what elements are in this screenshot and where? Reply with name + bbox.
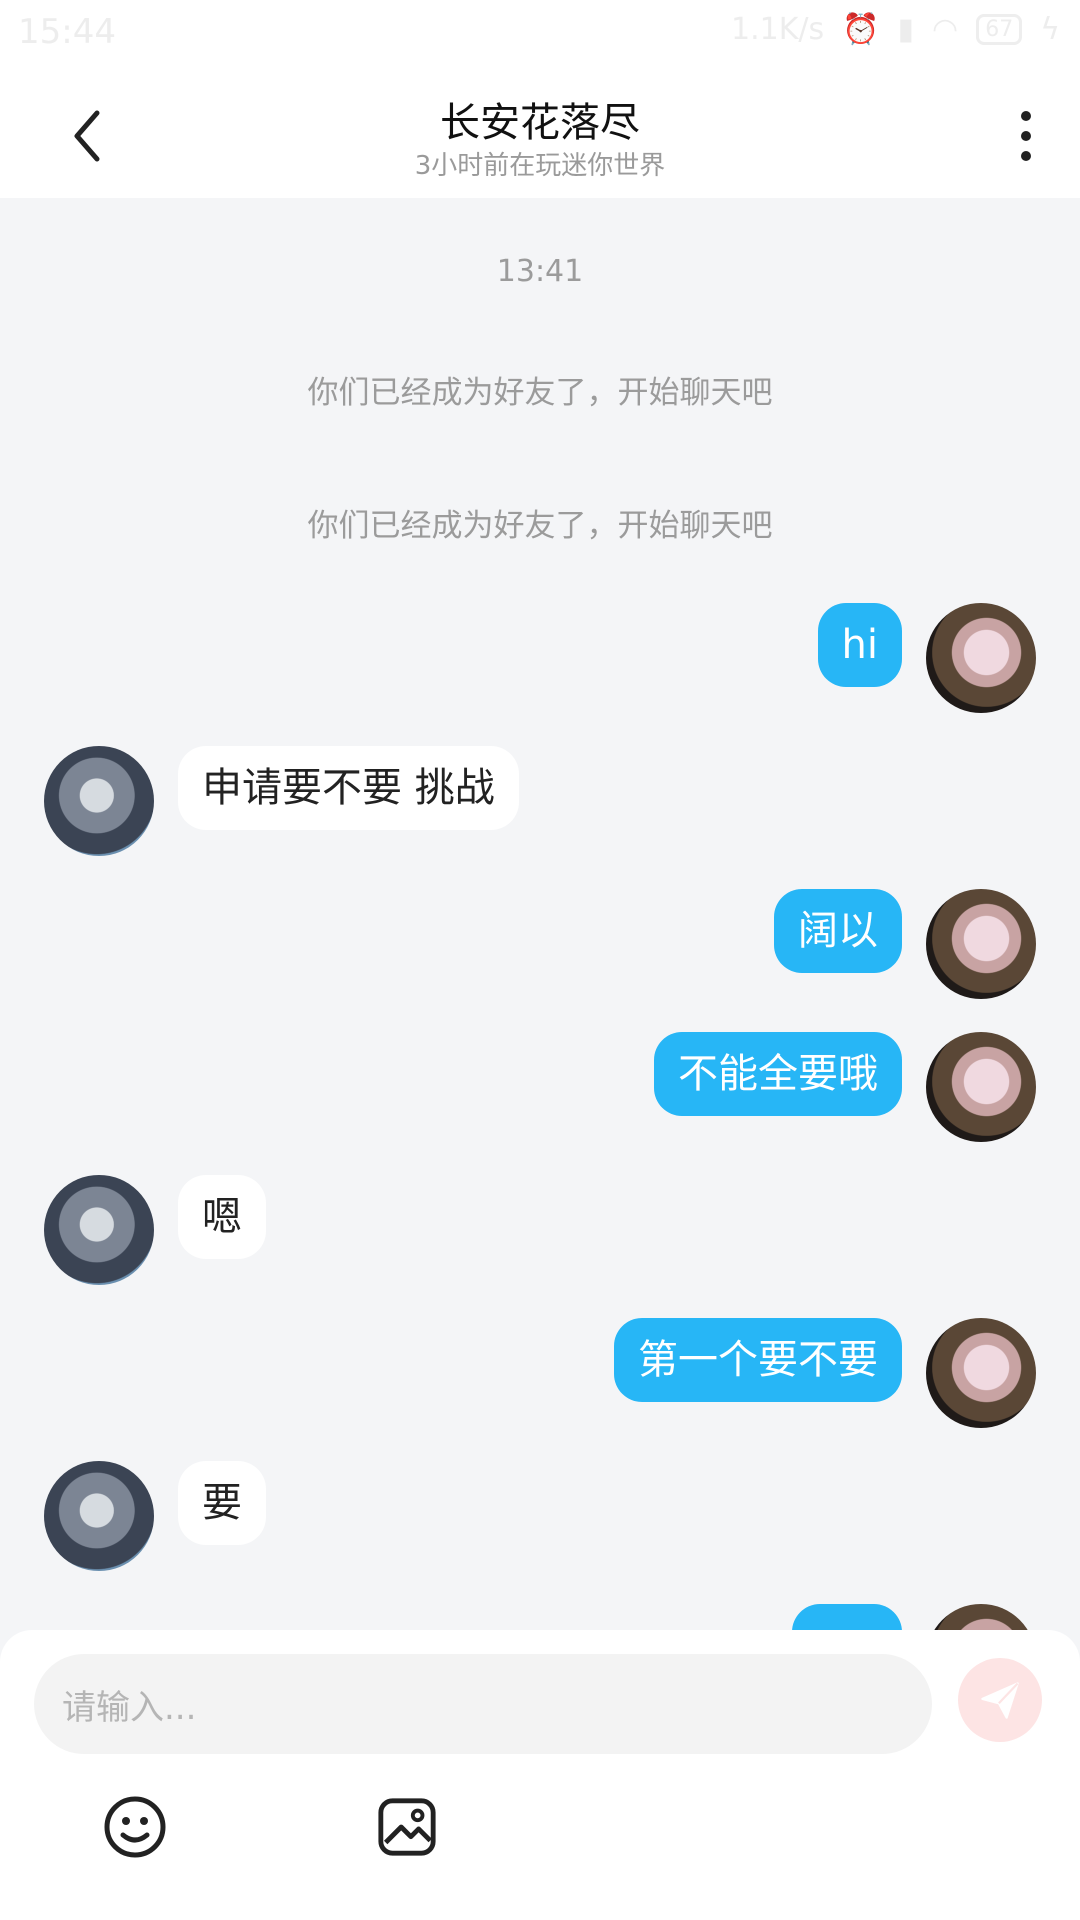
send-icon (981, 1682, 1019, 1719)
sent-message-bubble[interactable]: 不能全要哦 (654, 1032, 902, 1116)
chat-header: 长安花落尽 3小时前在玩迷你世界 (0, 70, 1080, 198)
message-composer: 请输入... (0, 1630, 1080, 1920)
friend-avatar[interactable] (44, 746, 154, 856)
received-message-bubble[interactable]: 嗯 (178, 1175, 266, 1259)
more-vertical-icon (1021, 111, 1031, 161)
status-time: 15:44 (18, 12, 116, 52)
my-avatar[interactable] (926, 1318, 1036, 1428)
emoji-icon (104, 1796, 166, 1858)
wifi-icon: ◠ (932, 12, 959, 47)
image-button[interactable] (372, 1792, 442, 1862)
friend-avatar[interactable] (44, 1461, 154, 1571)
chat-subtitle: 3小时前在玩迷你世界 (414, 151, 666, 181)
my-avatar[interactable] (926, 889, 1036, 999)
received-message-bubble[interactable]: 要 (178, 1461, 266, 1545)
chat-title: 长安花落尽 (440, 100, 640, 146)
received-message-bubble[interactable]: 申请要不要 挑战 (178, 746, 519, 830)
chat-timestamp: 13:41 (496, 254, 584, 289)
sent-message-bubble[interactable]: 第一个要不要 (614, 1318, 902, 1402)
image-icon (378, 1798, 436, 1856)
status-bar: 15:44 1.1K/s ⏰ ▮ ◠ 67 ϟ (0, 0, 1080, 70)
my-avatar[interactable] (926, 603, 1036, 713)
emoji-button[interactable] (100, 1792, 170, 1862)
friend-avatar[interactable] (44, 1175, 154, 1285)
alarm-icon: ⏰ (842, 12, 880, 47)
more-button[interactable] (996, 100, 1056, 172)
message-input[interactable]: 请输入... (34, 1654, 932, 1754)
sent-message-bubble[interactable]: 阔以 (774, 889, 902, 973)
network-speed: 1.1K/s (731, 12, 825, 47)
status-icons: 1.1K/s ⏰ ▮ ◠ 67 ϟ (731, 12, 1060, 47)
charging-icon: ϟ (1040, 12, 1060, 47)
system-message: 你们已经成为好友了，开始聊天吧 (307, 508, 773, 544)
battery-icon: 67 (976, 14, 1023, 45)
system-message: 你们已经成为好友了，开始聊天吧 (307, 375, 773, 411)
my-avatar[interactable] (926, 1032, 1036, 1142)
sent-message-bubble[interactable]: hi (817, 603, 902, 687)
send-button[interactable] (958, 1658, 1042, 1742)
message-input-placeholder: 请输入... (62, 1687, 197, 1728)
signal-icon: ▮ (897, 12, 915, 47)
